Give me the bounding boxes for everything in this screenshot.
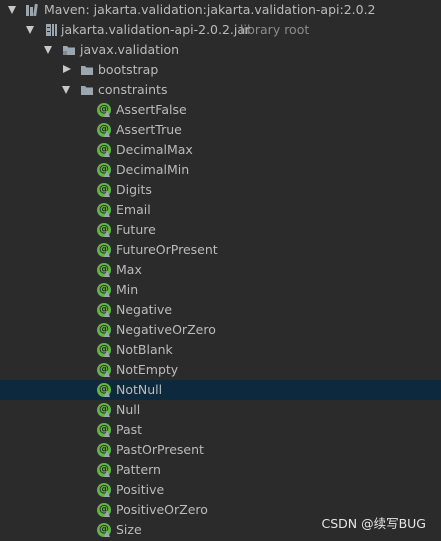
annotation-label: NotEmpty	[116, 362, 179, 377]
constraints-label: constraints	[98, 82, 168, 97]
package-label: javax.validation	[80, 42, 180, 57]
csdn-watermark: CSDN @续写BUG	[321, 516, 426, 531]
tree-node-annotation[interactable]: AssertFalse	[0, 100, 441, 120]
tree-node-annotation[interactable]: NegativeOrZero	[0, 320, 441, 340]
annotation-icon	[97, 282, 111, 297]
annotation-icon	[97, 502, 111, 517]
annotation-label: Pattern	[116, 462, 161, 477]
annotation-icon	[97, 122, 111, 137]
jar-icon	[44, 23, 58, 37]
tree-node-annotation-selected[interactable]: NotNull	[0, 380, 441, 400]
annotation-label: Min	[116, 282, 139, 297]
tree-node-annotation[interactable]: Positive	[0, 480, 441, 500]
annotation-icon	[97, 522, 111, 537]
annotation-label: NegativeOrZero	[116, 322, 216, 337]
tree-node-annotation[interactable]: NotBlank	[0, 340, 441, 360]
annotation-icon	[97, 182, 111, 197]
annotation-label: Negative	[116, 302, 173, 317]
tree-node-annotation[interactable]: Min	[0, 280, 441, 300]
library-icon	[25, 3, 39, 17]
tree-node-annotation[interactable]: AssertTrue	[0, 120, 441, 140]
annotation-label: DecimalMax	[116, 142, 193, 157]
tree-node-annotation[interactable]: Null	[0, 400, 441, 420]
annotation-icon	[97, 142, 111, 157]
jar-label: jakarta.validation-api-2.0.2.jar	[61, 22, 251, 37]
annotation-label: FutureOrPresent	[116, 242, 218, 257]
tree-node-package[interactable]: javax.validation	[0, 40, 441, 60]
tree-node-annotation[interactable]: DecimalMin	[0, 160, 441, 180]
expanded-arrow-icon[interactable]	[44, 46, 52, 54]
annotation-icon	[97, 402, 111, 417]
tree-node-bootstrap[interactable]: bootstrap	[0, 60, 441, 80]
annotation-label: NotBlank	[116, 342, 173, 357]
annotation-label: AssertTrue	[116, 122, 182, 137]
annotation-label: Digits	[116, 182, 152, 197]
annotation-label: Size	[116, 522, 142, 537]
tree-node-constraints[interactable]: constraints	[0, 80, 441, 100]
annotation-label: Past	[116, 422, 143, 437]
package-icon	[62, 43, 76, 57]
annotation-icon	[97, 202, 111, 217]
tree-node-annotation[interactable]: Pattern	[0, 460, 441, 480]
tree-node-annotation[interactable]: PastOrPresent	[0, 440, 441, 460]
tree-node-maven-library[interactable]: Maven: jakarta.validation:jakarta.valida…	[0, 0, 441, 20]
jar-hint: library root	[240, 22, 310, 37]
annotation-label: DecimalMin	[116, 162, 190, 177]
tree-node-annotation[interactable]: Negative	[0, 300, 441, 320]
annotation-label: PastOrPresent	[116, 442, 204, 457]
annotation-icon	[97, 482, 111, 497]
annotation-label: Email	[116, 202, 151, 217]
folder-icon	[80, 63, 94, 77]
annotation-label: Positive	[116, 482, 165, 497]
annotation-icon	[97, 162, 111, 177]
expanded-arrow-icon[interactable]	[26, 26, 34, 34]
tree-node-annotation[interactable]: Max	[0, 260, 441, 280]
annotation-label: NotNull	[116, 382, 163, 397]
project-tree: Maven: jakarta.validation:jakarta.valida…	[0, 0, 441, 540]
annotation-icon	[97, 442, 111, 457]
annotation-label: Null	[116, 402, 141, 417]
annotation-icon	[97, 322, 111, 337]
collapsed-arrow-icon[interactable]	[63, 65, 71, 73]
annotation-icon	[97, 302, 111, 317]
annotation-icon	[97, 262, 111, 277]
tree-node-annotation[interactable]: DecimalMax	[0, 140, 441, 160]
annotation-icon	[97, 242, 111, 257]
annotation-icon	[97, 222, 111, 237]
tree-node-annotation[interactable]: Digits	[0, 180, 441, 200]
expanded-arrow-icon[interactable]	[8, 6, 16, 14]
tree-node-annotation[interactable]: Past	[0, 420, 441, 440]
annotation-label: Future	[116, 222, 156, 237]
maven-library-label: Maven: jakarta.validation:jakarta.valida…	[44, 2, 376, 17]
folder-icon	[80, 83, 94, 97]
tree-node-annotation[interactable]: Future	[0, 220, 441, 240]
tree-node-annotation[interactable]: Email	[0, 200, 441, 220]
tree-node-jar[interactable]: jakarta.validation-api-2.0.2.jar library…	[0, 20, 441, 40]
tree-node-annotation[interactable]: FutureOrPresent	[0, 240, 441, 260]
tree-node-annotation[interactable]: NotEmpty	[0, 360, 441, 380]
expanded-arrow-icon[interactable]	[62, 86, 70, 94]
annotation-label: Max	[116, 262, 142, 277]
bootstrap-label: bootstrap	[98, 62, 159, 77]
annotation-icon	[97, 462, 111, 477]
annotation-icon	[97, 382, 111, 397]
annotation-icon	[97, 422, 111, 437]
annotation-icon	[97, 342, 111, 357]
annotation-label: PositiveOrZero	[116, 502, 208, 517]
annotation-label: AssertFalse	[116, 102, 187, 117]
annotation-icon	[97, 102, 111, 117]
annotation-icon	[97, 362, 111, 377]
